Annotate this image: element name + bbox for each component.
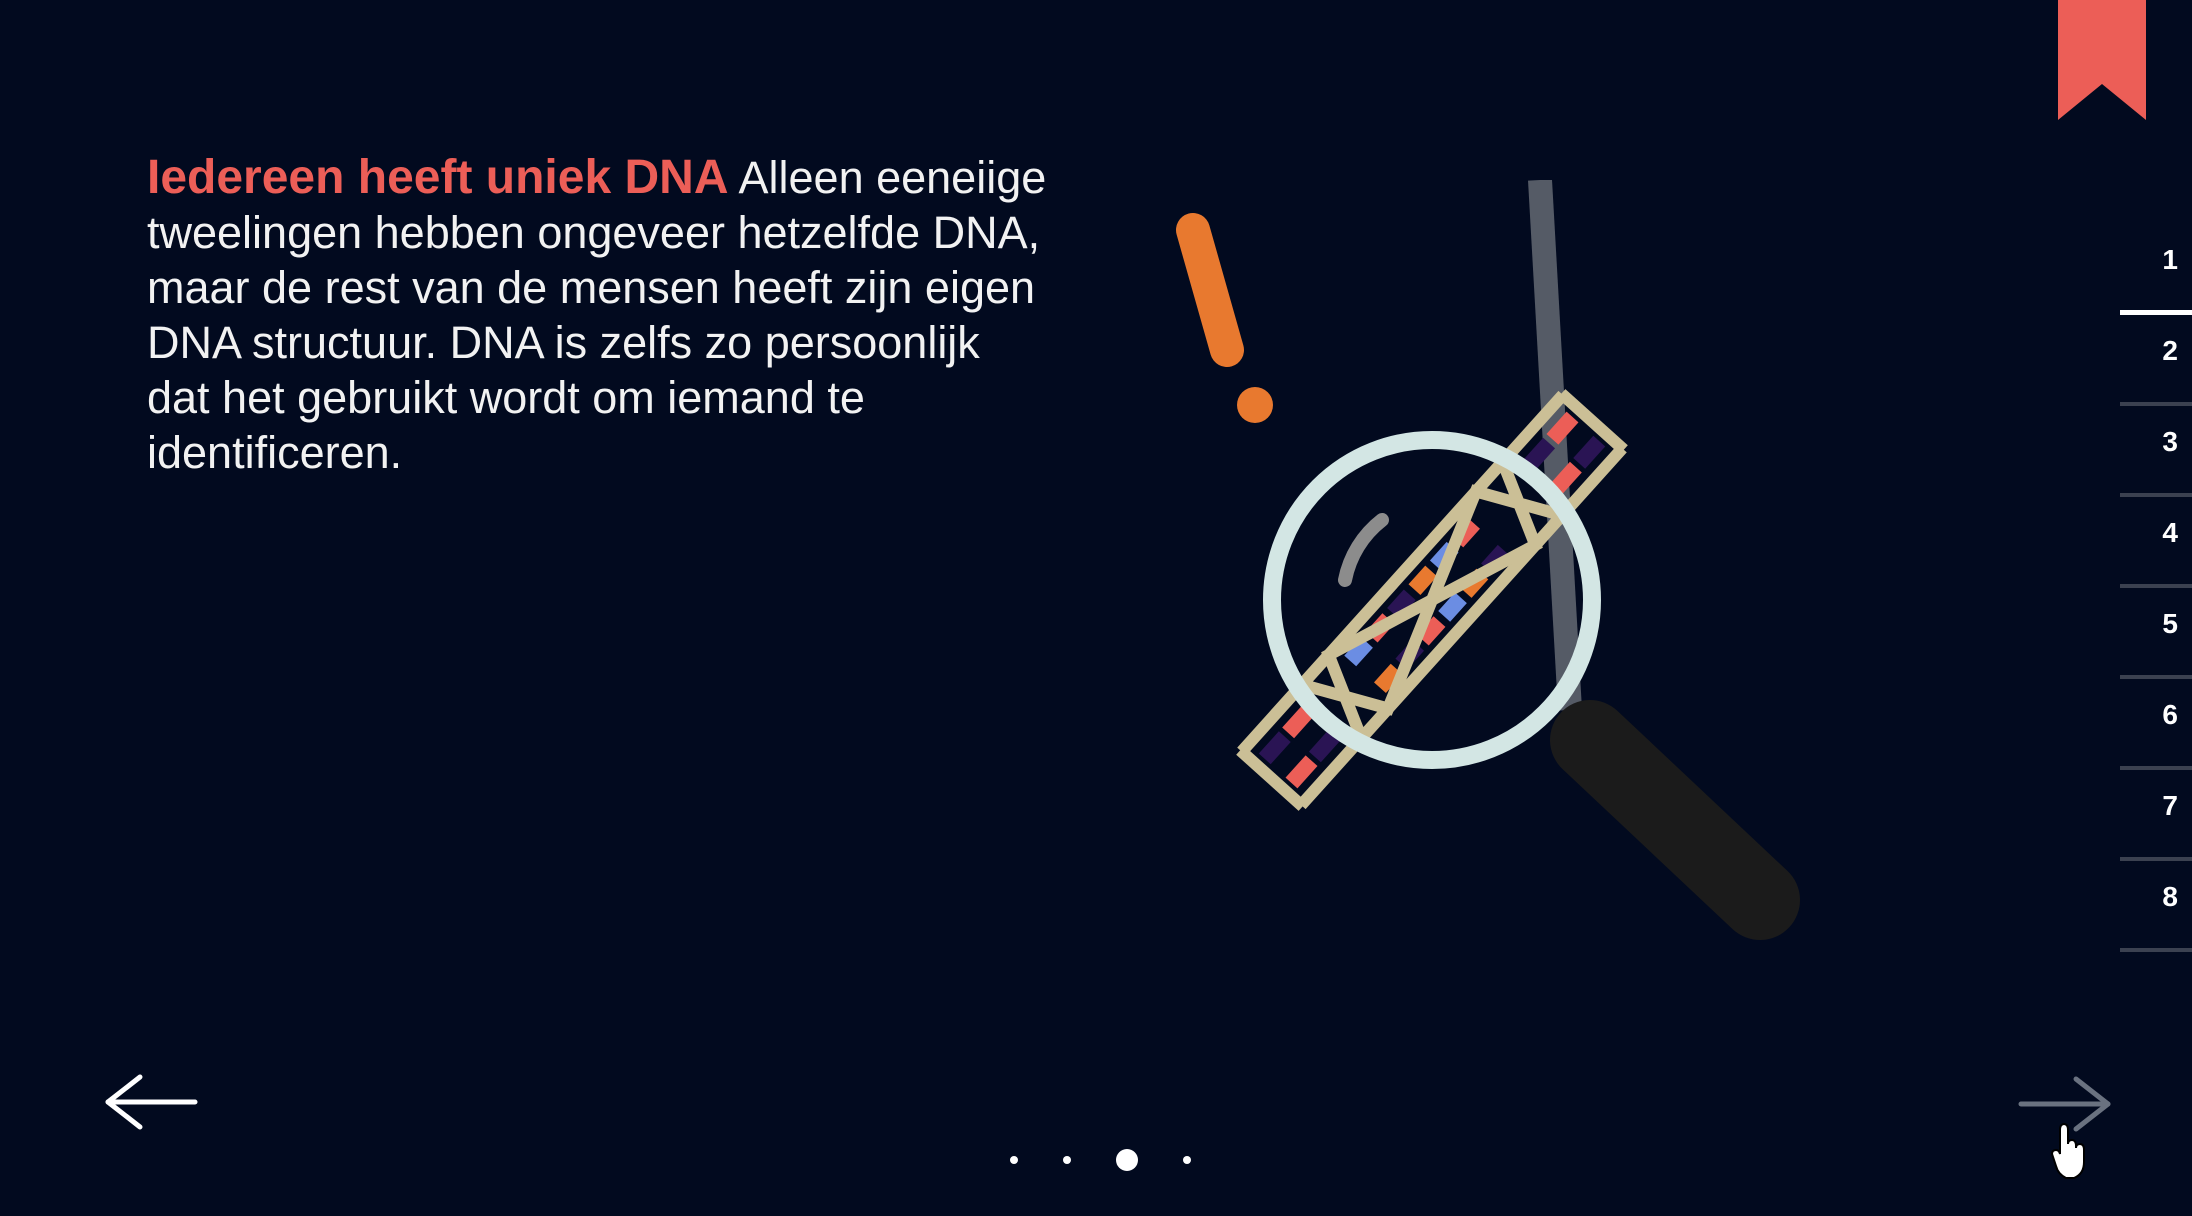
chapter-number: 4 (2162, 517, 2178, 548)
chapter-underline (2120, 948, 2192, 952)
chapter-number: 1 (2162, 244, 2178, 275)
chapter-nav: 1 2 3 4 5 6 7 8 (2120, 224, 2192, 952)
chapter-number: 3 (2162, 426, 2178, 457)
pager-dot[interactable] (1010, 1156, 1018, 1164)
chapter-item-8[interactable]: 8 (2120, 861, 2192, 952)
hand-cursor-icon (2050, 1122, 2085, 1179)
chapter-item-6[interactable]: 6 (2120, 679, 2192, 770)
arrow-left-icon[interactable] (100, 1072, 200, 1132)
chapter-number: 5 (2162, 608, 2178, 639)
chapter-item-2[interactable]: 2 (2120, 315, 2192, 406)
pager-dot[interactable] (1183, 1156, 1191, 1164)
slide-pager (1010, 1145, 1236, 1175)
chapter-item-3[interactable]: 3 (2120, 406, 2192, 497)
chapter-number: 2 (2162, 335, 2178, 366)
dna-magnifier-illustration (1176, 180, 1800, 940)
chapter-item-5[interactable]: 5 (2120, 588, 2192, 679)
slide-text: Iedereen heeft uniek DNA Alleen eeneiige… (147, 150, 1047, 480)
chapter-item-1[interactable]: 1 (2120, 224, 2192, 315)
slide-headline: Iedereen heeft uniek DNA (147, 151, 729, 204)
pager-dot[interactable] (1063, 1156, 1071, 1164)
pager-dot[interactable] (1116, 1149, 1138, 1171)
chapter-number: 7 (2162, 790, 2178, 821)
chapter-item-4[interactable]: 4 (2120, 497, 2192, 588)
chapter-number: 6 (2162, 699, 2178, 730)
bookmark-icon[interactable] (2058, 0, 2146, 120)
chapter-item-7[interactable]: 7 (2120, 770, 2192, 861)
chapter-number: 8 (2162, 881, 2178, 912)
